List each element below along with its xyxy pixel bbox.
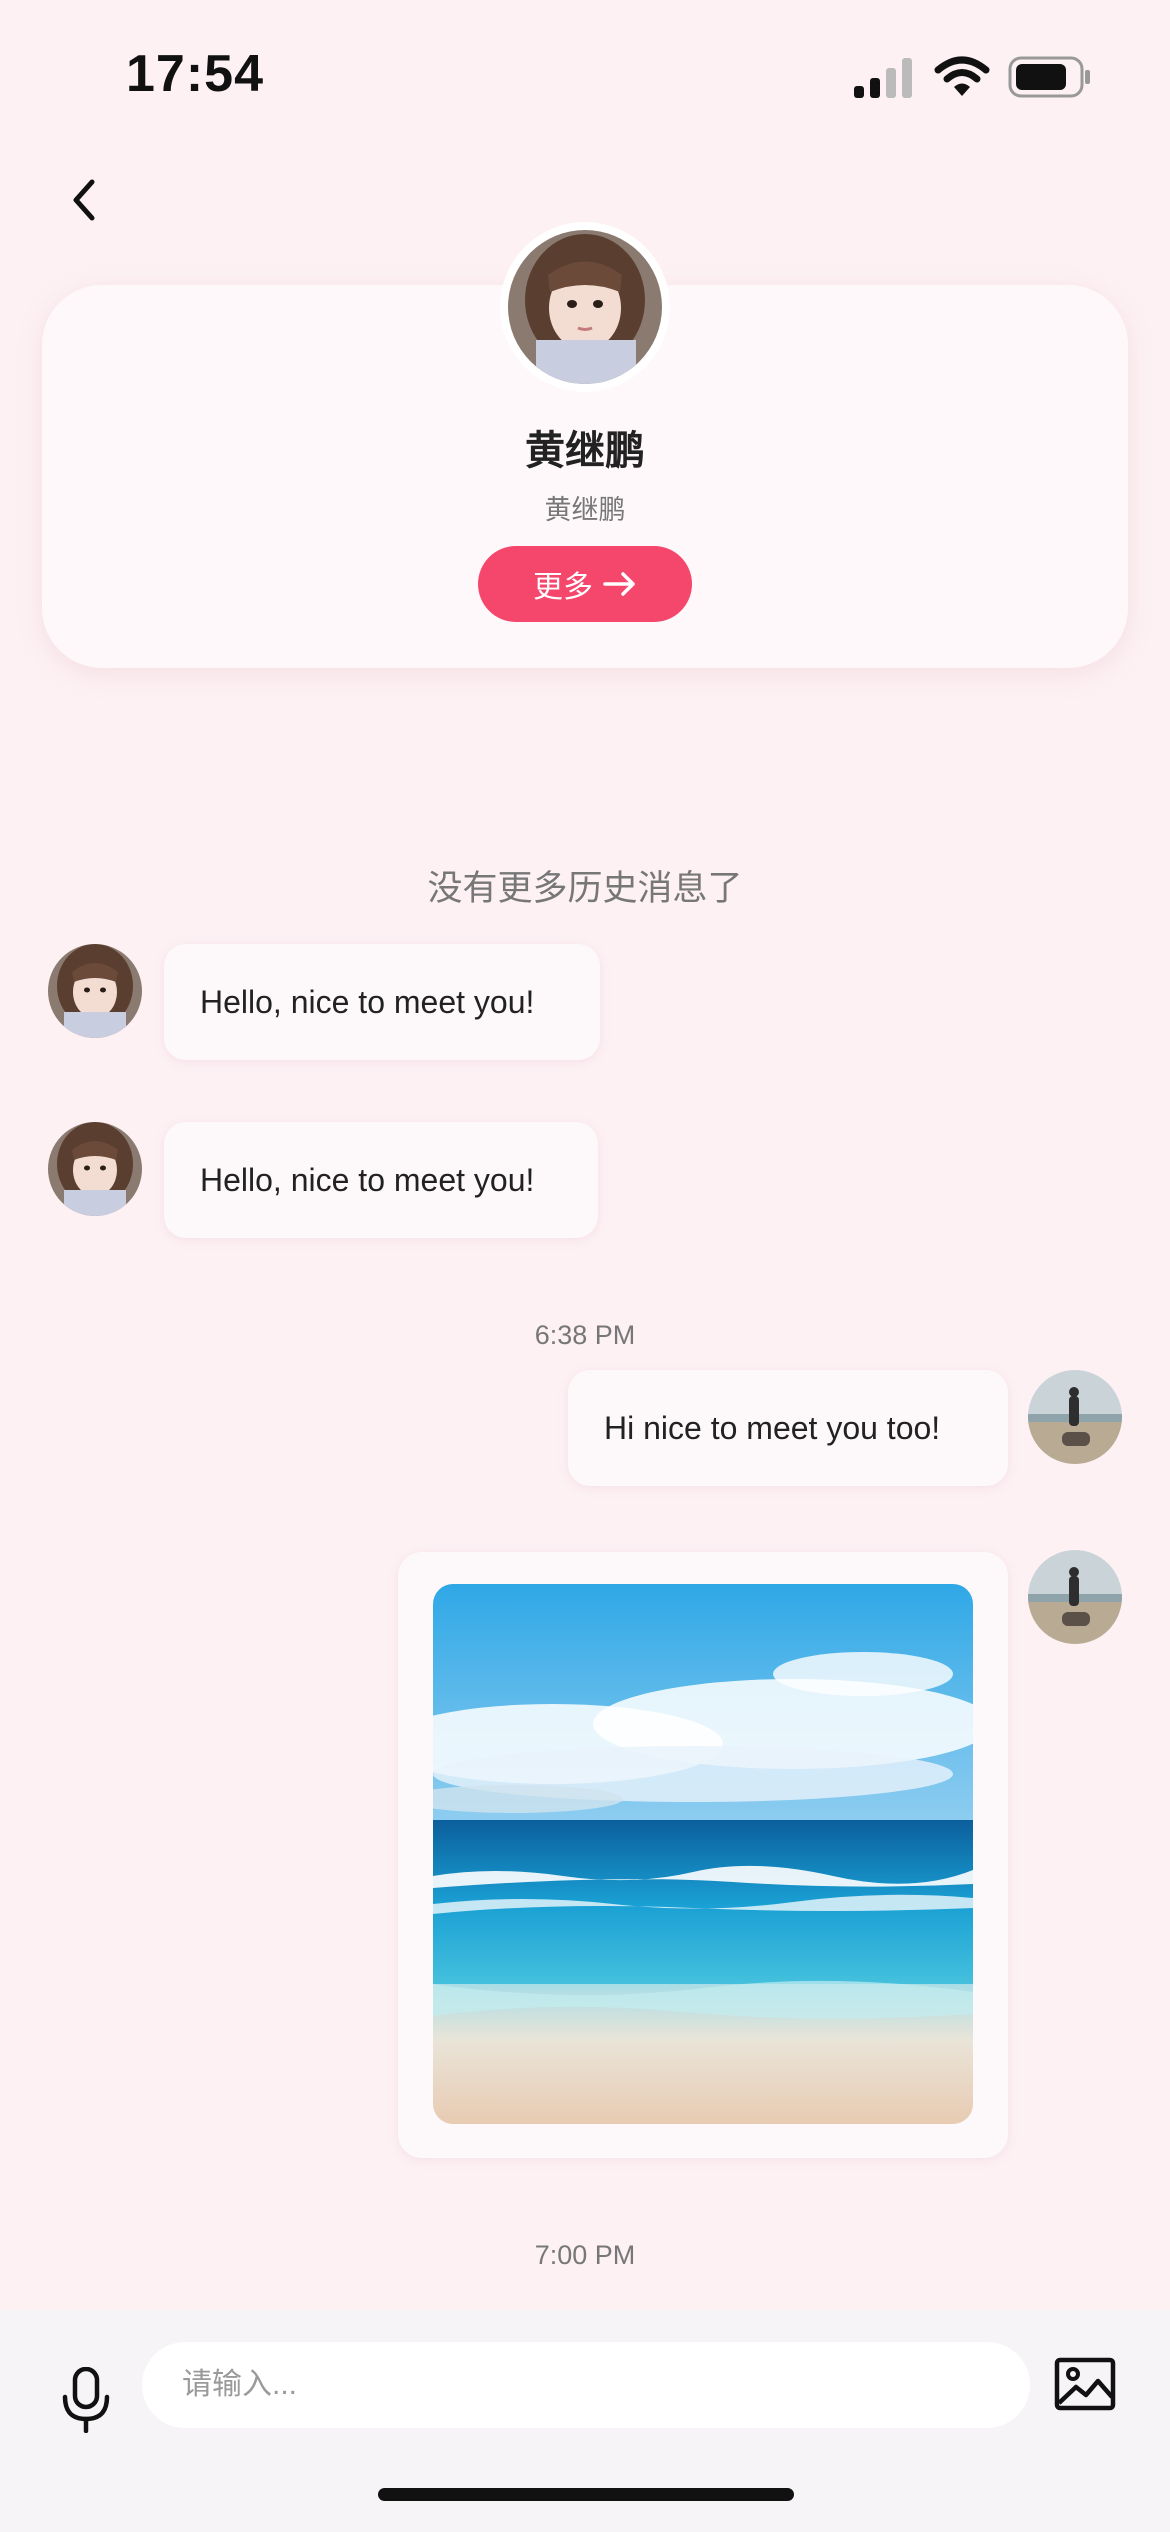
message-image-bubble[interactable] (398, 1552, 1008, 2158)
chevron-left-icon (73, 179, 95, 221)
profile-avatar[interactable] (500, 222, 670, 392)
wifi-icon (934, 56, 990, 96)
home-indicator[interactable] (378, 2488, 794, 2501)
more-button-label: 更多 (533, 571, 593, 604)
arrow-right-icon (603, 572, 635, 596)
more-button[interactable]: 更多 (478, 546, 692, 622)
cellular-signal-icon (854, 58, 912, 98)
message-bubble-incoming[interactable]: Hello, nice to meet you! (164, 944, 600, 1060)
status-time: 17:54 (126, 45, 264, 103)
message-bubble-incoming[interactable]: Hello, nice to meet you! (164, 1122, 598, 1238)
message-bubble-outgoing[interactable]: Hi nice to meet you too! (568, 1370, 1008, 1486)
contact-avatar[interactable] (48, 944, 142, 1038)
user-avatar[interactable] (1028, 1370, 1122, 1464)
user-avatar[interactable] (1028, 1550, 1122, 1644)
message-timestamp: 6:38 PM (534, 1320, 636, 1350)
no-more-history-label: 没有更多历史消息了 (427, 869, 743, 908)
battery-icon (1008, 56, 1090, 98)
microphone-icon (62, 2367, 110, 2433)
message-text: Hello, nice to meet you! (200, 983, 535, 1020)
profile-subtitle: 黄继鹏 (544, 495, 626, 525)
back-button[interactable] (52, 164, 116, 236)
message-text: Hello, nice to meet you! (200, 1161, 535, 1198)
contact-avatar[interactable] (48, 1122, 142, 1216)
status-bar: 17:54 (0, 0, 1170, 150)
ocean-beach-photo[interactable] (433, 1584, 973, 2124)
message-input[interactable] (142, 2342, 1030, 2428)
image-icon (1054, 2357, 1116, 2411)
image-picker-button[interactable] (1052, 2348, 1118, 2420)
voice-button[interactable] (48, 2352, 124, 2448)
profile-name: 黄继鹏 (525, 429, 645, 473)
message-text: Hi nice to meet you too! (604, 1409, 941, 1446)
message-timestamp: 7:00 PM (534, 2240, 636, 2270)
